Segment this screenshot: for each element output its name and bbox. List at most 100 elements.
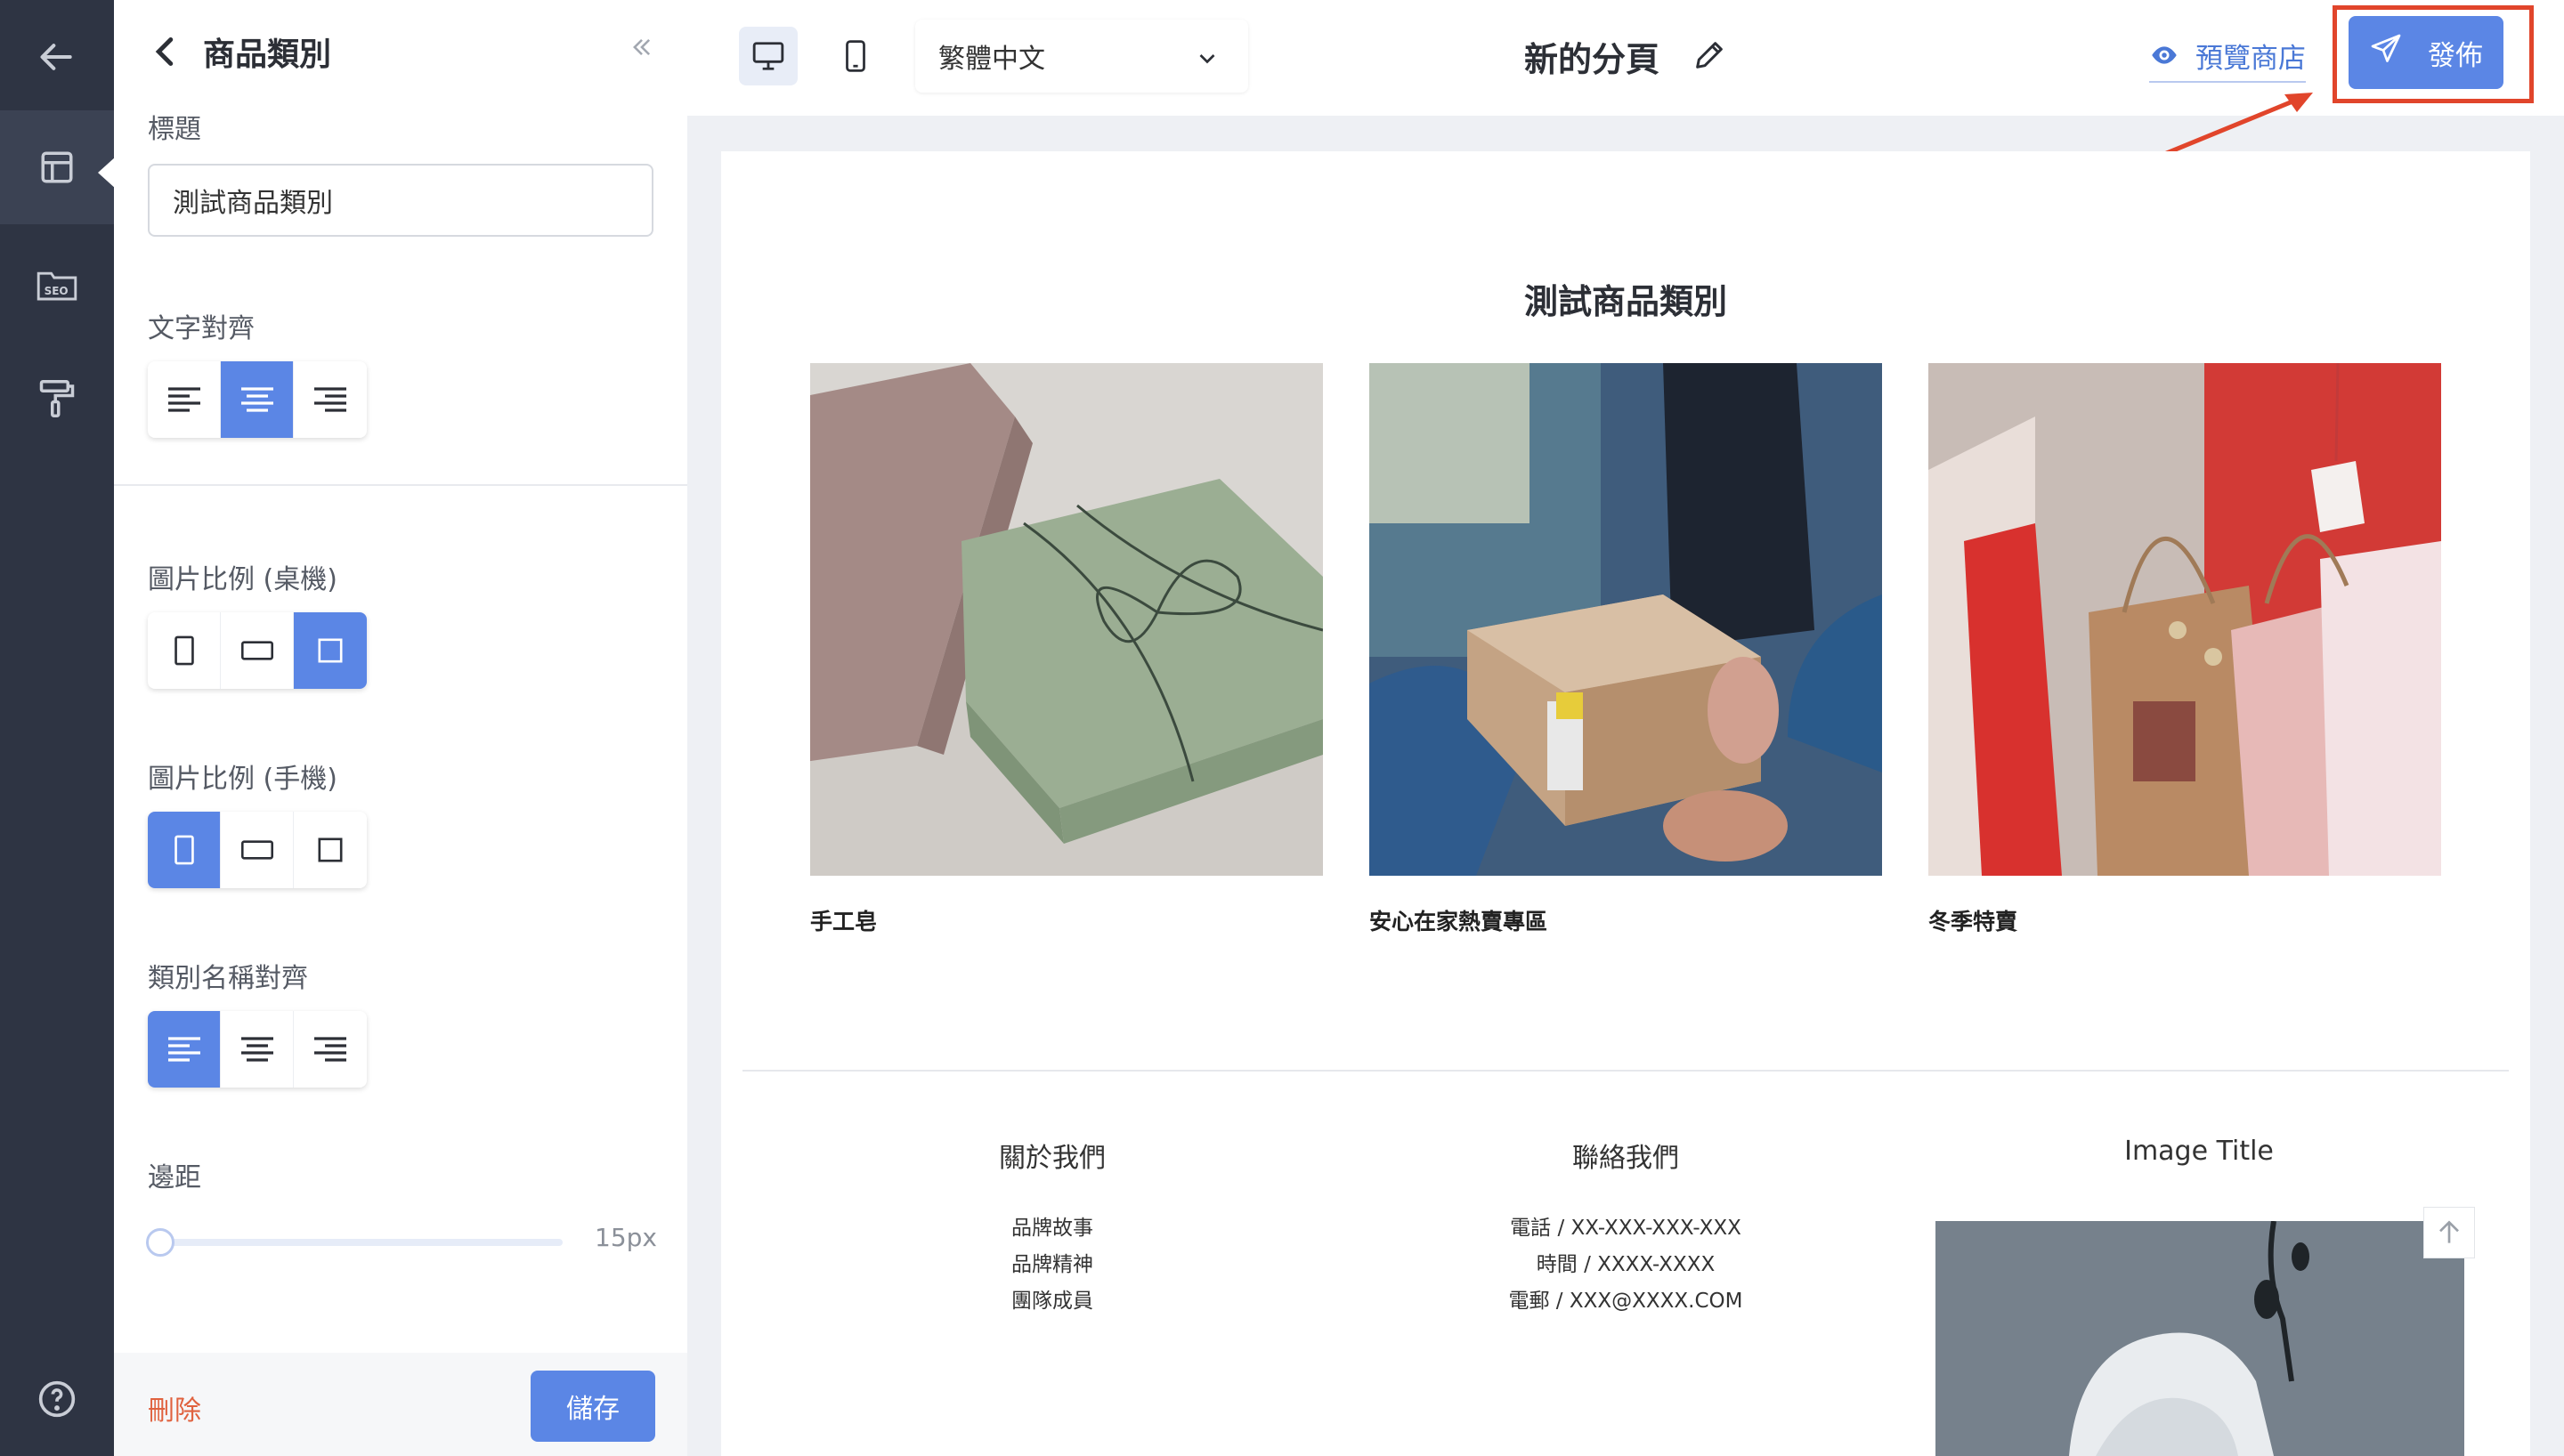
footer-link[interactable]: 品牌精神 [767,1247,1337,1283]
padding-value: 15px [595,1223,657,1252]
paint-roller-icon [39,380,75,417]
layout-icon [41,151,73,183]
collapse-panel-button[interactable] [630,36,653,62]
ratio-mobile-label: 圖片比例 (手機) [148,764,337,795]
category-card[interactable]: 冬季特賣 [1928,363,2441,936]
back-button[interactable] [0,0,114,114]
name-align-left-option[interactable] [148,1011,221,1088]
category-image-shopping-bags [1928,363,2441,876]
portrait-ratio-icon [174,635,194,666]
square-ratio-icon [318,837,343,862]
landscape-ratio-icon [240,641,273,660]
text-align-center-option[interactable] [221,361,294,438]
align-center-icon [240,387,273,412]
title-label: 標題 [148,114,201,145]
footer-image-column: Image Title [1914,1136,2484,1167]
arrow-left-icon [40,44,72,70]
padding-slider-handle[interactable] [146,1228,174,1257]
category-card[interactable]: 手工皂 [810,363,1323,936]
preview-store-label: 預覽商店 [2195,43,2306,75]
text-align-left-option[interactable] [148,361,221,438]
align-right-icon [314,387,346,412]
save-button[interactable]: 儲存 [531,1371,655,1442]
ratio-desktop-square-option[interactable] [294,612,367,689]
category-image-soap [810,363,1323,876]
ratio-desktop-group [148,612,367,689]
padding-slider-track[interactable] [153,1239,563,1246]
settings-panel: 商品類別 標題 測試商品類別 文字對齊 圖片比例 (桌機) 圖片比例 (手機) [114,0,687,1456]
footer-about-heading: 關於我們 [999,1143,1106,1174]
footer-contact-line: 電郵 / XXX@XXXX.COM [1508,1290,1743,1313]
text-align-group [148,361,367,438]
mobile-icon [846,40,865,72]
align-left-icon [167,387,200,412]
theme-button[interactable] [0,342,114,456]
ratio-mobile-landscape-option[interactable] [221,812,294,888]
footer-contact-column: 聯絡我們 電話 / XX-XXX-XXX-XXX 時間 / XXXX-XXXX … [1341,1136,1911,1320]
preview-store-link[interactable]: 預覽商店 [2149,36,2306,83]
title-input[interactable]: 測試商品類別 [148,164,653,237]
text-align-right-option[interactable] [294,361,367,438]
panel-title: 商品類別 [203,36,332,73]
name-align-group [148,1011,367,1088]
help-circle-icon [38,1380,76,1418]
publish-highlight-box [2333,5,2534,103]
page-preview: 測試商品類別 手工皂 安心在家熱賣專區 冬季特賣 關於我們 品牌故事 品牌精神 … [721,151,2530,1456]
ratio-desktop-portrait-option[interactable] [148,612,221,689]
chevron-down-icon [1197,44,1218,76]
category-name: 手工皂 [810,909,878,934]
arrow-up-icon [2439,1220,2459,1243]
page-name: 新的分頁 [1524,40,1660,79]
panel-divider [114,484,687,486]
mobile-view-button[interactable] [826,27,885,85]
ratio-desktop-landscape-option[interactable] [221,612,294,689]
layout-button[interactable] [0,110,114,224]
name-align-center-option[interactable] [221,1011,294,1088]
footer-divider [742,1070,2509,1072]
ratio-mobile-group [148,812,367,888]
name-align-right-option[interactable] [294,1011,367,1088]
align-center-icon [240,1037,273,1062]
chevron-left-icon [155,37,174,66]
footer-link[interactable]: 品牌故事 [767,1210,1337,1247]
portrait-ratio-icon [174,835,194,865]
help-button[interactable] [0,1342,114,1456]
category-name: 安心在家熱賣專區 [1369,909,1548,934]
align-right-icon [314,1037,346,1062]
language-select[interactable]: 繁體中文 [915,20,1248,93]
svg-text:SEO: SEO [45,285,69,297]
footer-contact-line: 電話 / XX-XXX-XXX-XXX [1510,1217,1741,1240]
desktop-view-button[interactable] [739,27,798,85]
seo-folder-icon: SEO [37,271,77,301]
align-left-icon [167,1037,200,1062]
double-chevron-left-icon [633,38,651,56]
pencil-icon [1696,42,1723,69]
text-align-label: 文字對齊 [148,313,255,344]
category-section-title: 測試商品類別 [1523,282,1727,321]
footer-image [1935,1221,2464,1456]
name-align-label: 類別名稱對齊 [148,963,308,994]
ratio-mobile-square-option[interactable] [294,812,367,888]
edit-page-name-button[interactable] [1692,37,1727,77]
footer-about-column: 關於我們 品牌故事 品牌精神 團隊成員 [767,1136,1337,1320]
footer-contact-line: 時間 / XXXX-XXXX [1536,1253,1716,1276]
category-card[interactable]: 安心在家熱賣專區 [1369,363,1882,936]
panel-header: 商品類別 [114,0,687,107]
ratio-desktop-label: 圖片比例 (桌機) [148,564,337,595]
footer-link[interactable]: 團隊成員 [767,1283,1337,1320]
square-ratio-icon [318,638,343,663]
active-pointer [98,157,116,189]
padding-label: 邊距 [148,1162,201,1193]
footer-contact-heading: 聯絡我們 [1572,1143,1679,1174]
category-name: 冬季特賣 [1928,909,2018,934]
scroll-to-top-button[interactable] [2423,1207,2475,1258]
landscape-ratio-icon [240,840,273,860]
ratio-mobile-portrait-option[interactable] [148,812,221,888]
footer-image-heading: Image Title [2124,1136,2274,1167]
delete-button[interactable]: 刪除 [148,1388,201,1428]
eye-icon [2149,40,2179,72]
language-value: 繁體中文 [938,44,1045,75]
seo-button[interactable]: SEO [0,228,114,342]
icon-rail: SEO [0,0,116,1456]
panel-back-button[interactable] [151,36,178,71]
